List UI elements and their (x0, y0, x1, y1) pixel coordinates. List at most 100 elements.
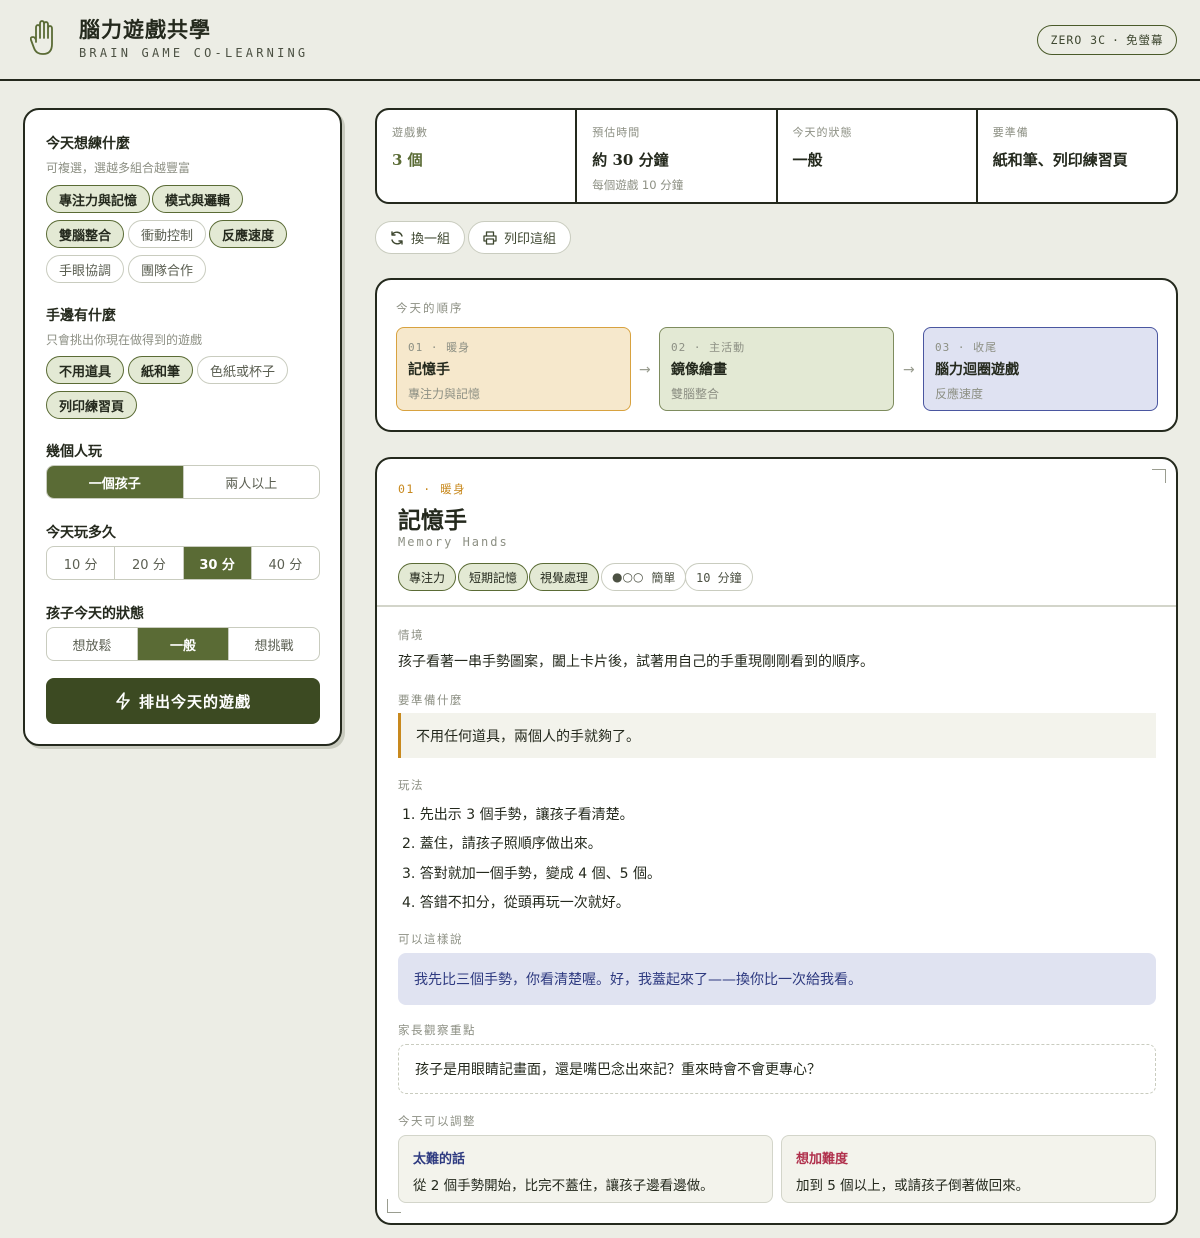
stat-label: 今天的狀態 (792, 126, 853, 139)
mood-title: 孩子今天的狀態 (46, 606, 144, 622)
app-title: 腦力遊戲共學 (79, 18, 211, 42)
goal-chip-impulse-control[interactable]: 衝動控制 (128, 220, 207, 248)
mood-option-relax[interactable]: 想放鬆 (47, 628, 138, 660)
easier-card: 太難的話 從 2 個手勢開始，比完不蓋住，讓孩子邊看邊做。 (398, 1135, 773, 1203)
corner-mark (1152, 469, 1166, 483)
material-chip-colored-paper[interactable]: 色紙或杯子 (197, 356, 289, 384)
players-segmented: 一個孩子 兩人以上 (46, 465, 320, 499)
mood-segmented: 想放鬆 一般 想挑戰 (46, 627, 320, 661)
zero-3c-badge: ZERO 3C · 免螢幕 (1037, 25, 1177, 55)
divider (377, 605, 1176, 607)
easier-title: 太難的話 (413, 1152, 466, 1167)
duration-option-40[interactable]: 40 分 (252, 547, 319, 579)
stat-mood: 今天的狀態 一般 (778, 110, 978, 202)
today-order-panel: 今天的順序 01 · 暖身 記憶手 專注力與記憶 → 02 · 主活動 鏡像繪畫… (375, 278, 1178, 432)
arrow-right-icon: → (639, 362, 651, 378)
harder-card: 想加難度 加到 5 個以上，或請孩子倒著做回來。 (781, 1135, 1156, 1203)
print-button[interactable]: 列印這組 (468, 221, 572, 254)
hand-icon (30, 20, 53, 55)
refresh-icon (391, 230, 403, 245)
howto-step: 2. 蓋住，請孩子照順序做出來。 (402, 836, 602, 853)
skill-chip: 專注力 (398, 563, 457, 591)
printer-icon (483, 230, 497, 245)
goals-hint: 可複選，選越多組合越豐富 (46, 161, 191, 175)
mood-option-challenge[interactable]: 想挑戰 (229, 628, 319, 660)
easier-text: 從 2 個手勢開始，比完不蓋住，讓孩子邊看邊做。 (413, 1178, 714, 1194)
howto-step: 1. 先出示 3 個手勢，讓孩子看清楚。 (402, 806, 634, 823)
filter-sidebar: 今天想練什麼 可複選，選越多組合越豐富 專注力與記憶 模式與邏輯 雙腦整合 衝動… (23, 108, 342, 746)
duration-option-20[interactable]: 20 分 (115, 547, 184, 579)
summary-stats: 遊戲數 3 個 預估時間 約 30 分鐘 每個遊戲 10 分鐘 今天的狀態 一般… (375, 108, 1178, 204)
difficulty-dots-icon: ●○○ (612, 570, 644, 584)
stat-value: 紙和筆、列印練習頁 (992, 151, 1128, 169)
skill-chip: 短期記憶 (458, 563, 529, 591)
goal-chip-focus-memory[interactable]: 專注力與記憶 (46, 185, 151, 213)
shuffle-button[interactable]: 換一組 (375, 221, 466, 254)
generate-games-button[interactable]: 排出今天的遊戲 (46, 678, 320, 724)
duration-segmented: 10 分 20 分 30 分 40 分 (46, 546, 320, 580)
players-title: 幾個人玩 (46, 444, 102, 460)
badge-separator: · (1112, 33, 1120, 47)
step-name: 鏡像繪畫 (671, 362, 727, 378)
step-name: 記憶手 (408, 362, 450, 378)
stat-value: 3 個 (392, 151, 423, 169)
goal-chip-pattern-logic[interactable]: 模式與邏輯 (152, 185, 244, 213)
detail-tag: 01 · 暖身 (398, 482, 467, 496)
howto-step: 3. 答對就加一個手勢，變成 4 個、5 個。 (402, 865, 661, 882)
goal-chip-hand-eye[interactable]: 手眼協調 (46, 255, 125, 283)
say-label: 可以這樣說 (398, 932, 463, 946)
goal-chip-teamwork[interactable]: 團隊合作 (128, 255, 207, 283)
badge-right: 免螢幕 (1125, 33, 1164, 47)
generate-label: 排出今天的遊戲 (138, 692, 251, 711)
print-label: 列印這組 (504, 232, 557, 247)
scenario-text: 孩子看著一串手勢圖案，闔上卡片後，試著用自己的手重現剛剛看到的順序。 (398, 654, 874, 670)
order-step-main[interactable]: 02 · 主活動 鏡像繪畫 雙腦整合 (659, 327, 894, 411)
harder-title: 想加難度 (796, 1152, 849, 1167)
stat-sub: 每個遊戲 10 分鐘 (592, 178, 684, 192)
step-tag: 02 · 主活動 (671, 341, 746, 354)
skill-chip: 視覺處理 (529, 563, 600, 591)
app-header: 腦力遊戲共學 BRAIN GAME CO-LEARNING ZERO 3C · … (0, 0, 1200, 81)
stat-estimated-time: 預估時間 約 30 分鐘 每個遊戲 10 分鐘 (577, 110, 778, 202)
stat-value: 一般 (792, 151, 823, 169)
material-chip-printable[interactable]: 列印練習頁 (46, 391, 138, 419)
observe-label: 家長觀察重點 (398, 1023, 476, 1037)
adjust-label: 今天可以調整 (398, 1114, 476, 1128)
material-chip-no-props[interactable]: 不用道具 (46, 356, 125, 384)
stat-prepare: 要準備 紙和筆、列印練習頁 (978, 110, 1176, 202)
stat-label: 預估時間 (592, 126, 641, 139)
duration-option-10[interactable]: 10 分 (47, 547, 116, 579)
duration-option-30[interactable]: 30 分 (183, 547, 252, 579)
goals-title: 今天想練什麼 (46, 136, 130, 152)
difficulty-chip: ●○○ 簡單 (601, 563, 687, 591)
goal-chip-reaction-speed[interactable]: 反應速度 (209, 220, 288, 248)
order-step-warmup[interactable]: 01 · 暖身 記憶手 專注力與記憶 (396, 327, 631, 411)
mood-option-normal[interactable]: 一般 (138, 628, 229, 660)
step-skill: 專注力與記憶 (408, 387, 481, 401)
game-detail-card: 01 · 暖身 記憶手 Memory Hands 專注力 短期記憶 視覺處理 ●… (375, 457, 1178, 1225)
material-chip-paper-pen[interactable]: 紙和筆 (128, 356, 194, 384)
duration-title: 今天玩多久 (46, 525, 116, 541)
harder-text: 加到 5 個以上，或請孩子倒著做回來。 (796, 1178, 1030, 1194)
step-skill: 雙腦整合 (671, 387, 720, 401)
materials-hint: 只會挑出你現在做得到的遊戲 (46, 333, 203, 347)
detail-title: 記憶手 (398, 508, 467, 534)
prep-label: 要準備什麼 (398, 693, 463, 707)
players-option-two-plus[interactable]: 兩人以上 (184, 466, 320, 498)
step-skill: 反應速度 (935, 387, 984, 401)
stat-label: 遊戲數 (392, 126, 428, 139)
prep-box: 不用任何道具，兩個人的手就夠了。 (398, 713, 1156, 758)
arrow-right-icon: → (903, 362, 915, 378)
say-box: 我先比三個手勢，你看清楚喔。好，我蓋起來了——換你比一次給我看。 (398, 953, 1156, 1005)
players-option-one[interactable]: 一個孩子 (47, 466, 184, 498)
detail-english-title: Memory Hands (398, 535, 509, 549)
stat-value: 約 30 分鐘 (592, 151, 669, 169)
shuffle-label: 換一組 (411, 232, 451, 247)
order-step-finish[interactable]: 03 · 收尾 腦力迴圈遊戲 反應速度 (923, 327, 1158, 411)
time-chip: 10 分鐘 (685, 563, 753, 591)
goal-chip-bilateral[interactable]: 雙腦整合 (46, 220, 125, 248)
lightning-icon (116, 692, 130, 710)
order-label: 今天的順序 (396, 301, 464, 315)
materials-title: 手邊有什麼 (46, 308, 116, 324)
howto-steps: 1. 先出示 3 個手勢，讓孩子看清楚。 2. 蓋住，請孩子照順序做出來。 3.… (402, 799, 661, 917)
